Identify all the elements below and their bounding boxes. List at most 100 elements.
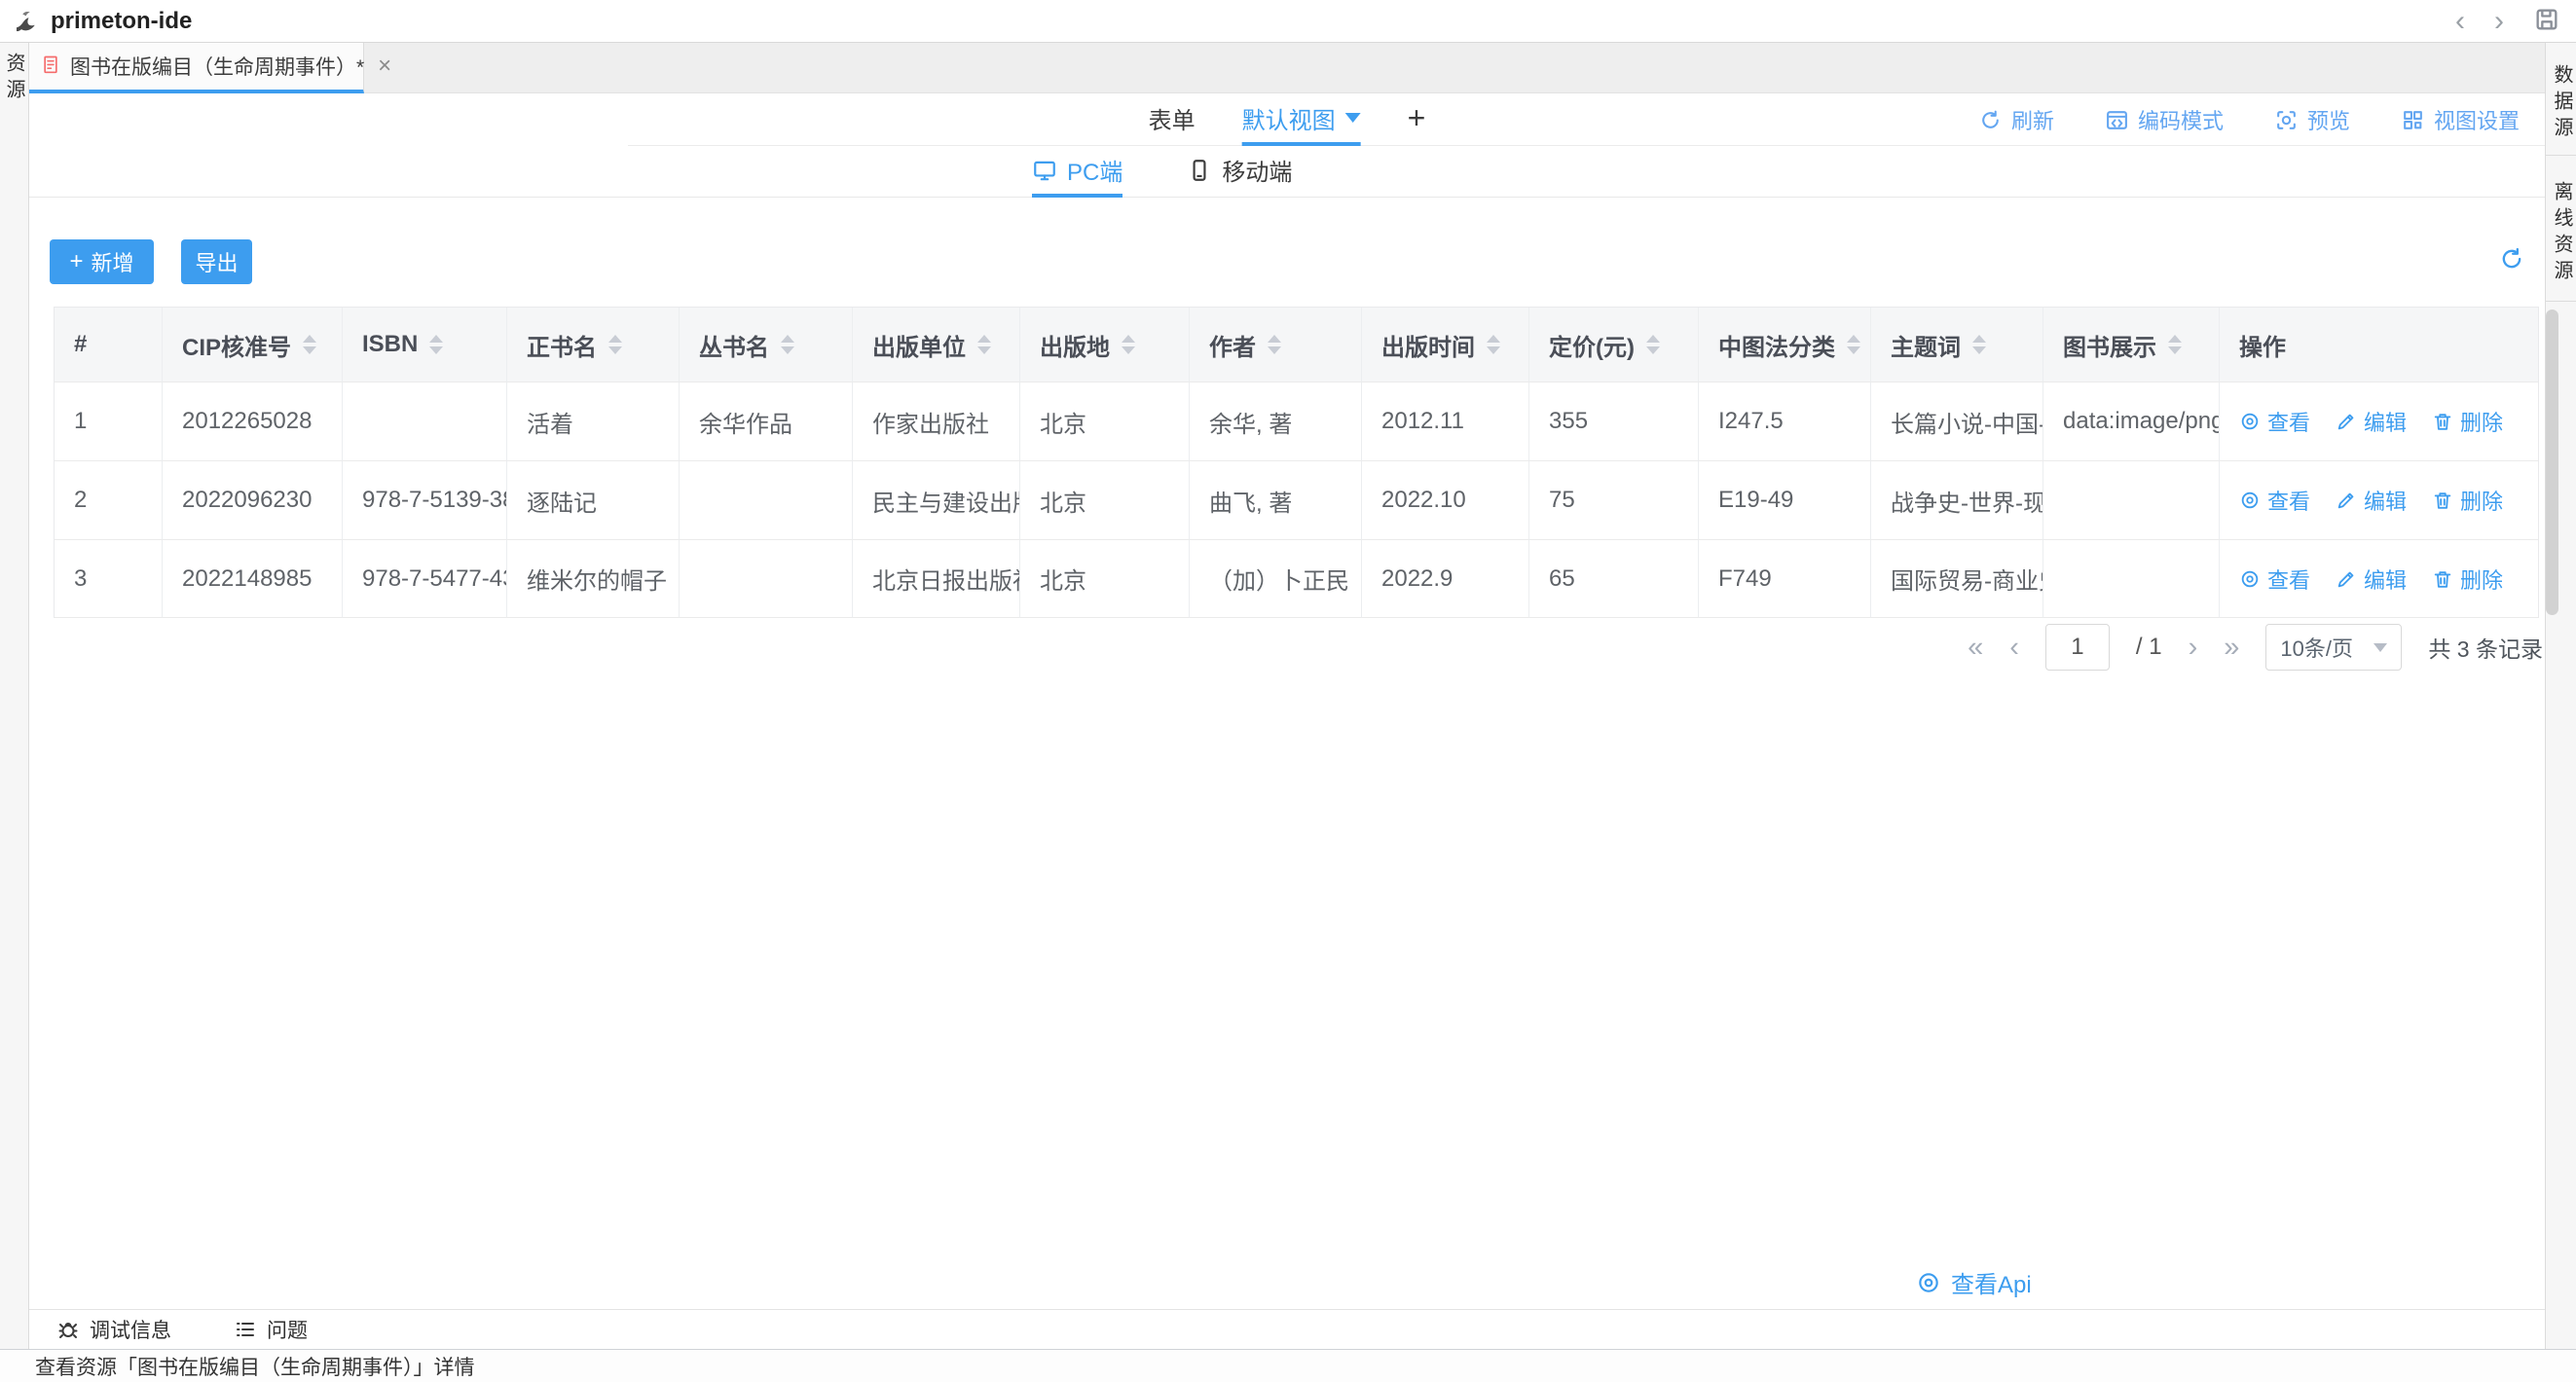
view-tab-row: 表单 默认视图 + 刷新 编码模式 预览 <box>29 93 2545 146</box>
cell-title: 逐陆记 <box>507 460 680 539</box>
rail-offline-resources-tab[interactable]: 离线资源 <box>2546 156 2576 302</box>
sort-icon <box>1487 335 1500 354</box>
column-header[interactable]: 丛书名 <box>680 308 853 382</box>
export-button[interactable]: 导出 <box>181 239 252 284</box>
plus-icon: + <box>69 250 83 273</box>
cell-publisher: 北京日报出版社 <box>853 539 1020 618</box>
last-page-icon[interactable]: » <box>2224 634 2239 662</box>
save-button[interactable] <box>2533 6 2560 38</box>
column-header[interactable]: 图书展示 <box>2043 308 2220 382</box>
first-page-icon[interactable]: « <box>1968 634 1983 662</box>
preview-eye-icon <box>2274 108 2299 132</box>
cell-classification: I247.5 <box>1699 382 1871 460</box>
tab-form[interactable]: 表单 <box>1149 93 1196 146</box>
preview-button[interactable]: 预览 <box>2274 104 2350 135</box>
ide-window: primeton-ide ‹ › 资源 数据源 离线资源 图书在版编目 <box>0 0 2576 1382</box>
view-api-link[interactable]: 查看Api <box>1916 1265 2032 1299</box>
rail-resources-tab[interactable]: 资源 <box>0 53 28 105</box>
cell-series: 余华作品 <box>680 382 853 460</box>
cell-publisher: 作家出版社 <box>853 382 1020 460</box>
sort-icon <box>303 335 316 354</box>
view-toolbar: 刷新 编码模式 预览 视图设置 <box>1978 93 2520 146</box>
table-scrollbar[interactable] <box>2546 309 2558 615</box>
edit-row-button[interactable]: 编辑 <box>2336 564 2407 595</box>
pencil-icon <box>2336 411 2357 432</box>
column-header[interactable]: ISBN <box>343 308 507 382</box>
trash-icon <box>2432 568 2453 590</box>
debug-info-button[interactable]: 调试信息 <box>56 1315 171 1344</box>
view-row-button[interactable]: 查看 <box>2239 485 2310 516</box>
table-refresh-button[interactable] <box>2498 245 2525 273</box>
cell-pubdate: 2022.10 <box>1362 460 1529 539</box>
view-settings-button[interactable]: 视图设置 <box>2401 104 2520 135</box>
view-row-button[interactable]: 查看 <box>2239 564 2310 595</box>
cell-classification: F749 <box>1699 539 1871 618</box>
column-header[interactable]: 出版时间 <box>1362 308 1529 382</box>
app-logo-icon <box>12 7 41 36</box>
cell-image <box>2043 460 2220 539</box>
cell-series <box>680 539 853 618</box>
page-size-select[interactable]: 10条/页 <box>2265 624 2402 671</box>
column-header[interactable]: 主题词 <box>1871 308 2043 382</box>
status-text: 查看资源「图书在版编目（生命周期事件）」详情 <box>35 1352 475 1381</box>
pencil-icon <box>2336 568 2357 590</box>
file-tab-active[interactable]: 图书在版编目（生命周期事件）* × <box>29 43 364 93</box>
tab-mobile[interactable]: 移动端 <box>1187 146 1292 198</box>
table-row: 1 2012265028 活着 余华作品 作家出版社 北京 余华, 著 2012… <box>55 382 2538 460</box>
add-view-tab-button[interactable]: + <box>1408 93 1426 146</box>
next-page-icon[interactable]: › <box>2189 634 2198 662</box>
table-header-row: # CIP核准号 ISBN 正书名 丛书名 出版单位 出版地 作者 出版时间 定… <box>55 308 2538 382</box>
eye-icon <box>2239 568 2261 590</box>
eye-icon <box>2239 490 2261 511</box>
edit-row-button[interactable]: 编辑 <box>2336 485 2407 516</box>
sort-icon <box>1268 335 1281 354</box>
column-header[interactable]: 出版单位 <box>853 308 1020 382</box>
cell-pubdate: 2022.9 <box>1362 539 1529 618</box>
right-rail: 数据源 离线资源 <box>2545 43 2576 1349</box>
delete-row-button[interactable]: 删除 <box>2432 485 2503 516</box>
column-header[interactable]: 定价(元) <box>1529 308 1699 382</box>
add-record-button[interactable]: + 新增 <box>50 239 154 284</box>
cell-index: 3 <box>55 539 163 618</box>
problems-button[interactable]: 问题 <box>234 1315 308 1344</box>
column-header[interactable]: 出版地 <box>1020 308 1190 382</box>
history-forward-icon[interactable]: › <box>2494 7 2504 36</box>
cell-isbn <box>343 382 507 460</box>
cell-cip: 2012265028 <box>163 382 343 460</box>
pagination: « ‹ / 1 › » 10条/页 共 3 条记录 <box>1968 623 2543 672</box>
page-number-input[interactable] <box>2045 624 2110 671</box>
history-back-icon[interactable]: ‹ <box>2455 7 2465 36</box>
close-tab-icon[interactable]: × <box>378 55 391 78</box>
tab-pc[interactable]: PC端 <box>1032 146 1122 198</box>
prev-page-icon[interactable]: ‹ <box>2009 634 2019 662</box>
file-tabbar: 图书在版编目（生命周期事件）* × <box>29 43 2545 93</box>
tab-default-view[interactable]: 默认视图 <box>1242 93 1361 146</box>
edit-row-button[interactable]: 编辑 <box>2336 406 2407 437</box>
trash-icon <box>2432 411 2453 432</box>
sort-icon <box>608 335 622 354</box>
delete-row-button[interactable]: 删除 <box>2432 406 2503 437</box>
column-header[interactable]: 作者 <box>1190 308 1362 382</box>
chevron-down-icon <box>2374 643 2387 652</box>
sort-icon <box>1122 335 1135 354</box>
cell-price: 355 <box>1529 382 1699 460</box>
delete-row-button[interactable]: 删除 <box>2432 564 2503 595</box>
sort-icon <box>2168 335 2182 354</box>
chevron-down-icon[interactable] <box>1345 113 1361 123</box>
refresh-icon <box>1978 108 2003 132</box>
records-count-label: 共 3 条记录 <box>2428 631 2543 664</box>
column-header[interactable]: 中图法分类 <box>1699 308 1871 382</box>
rail-datasource-tab[interactable]: 数据源 <box>2546 43 2576 156</box>
cell-index: 2 <box>55 460 163 539</box>
column-header[interactable]: CIP核准号 <box>163 308 343 382</box>
sort-icon <box>1847 335 1860 354</box>
trash-icon <box>2432 490 2453 511</box>
sort-icon <box>977 335 991 354</box>
view-row-button[interactable]: 查看 <box>2239 406 2310 437</box>
cell-cip: 2022096230 <box>163 460 343 539</box>
code-mode-button[interactable]: 编码模式 <box>2105 104 2224 135</box>
table-row: 3 2022148985 978-7-5477-4378 维米尔的帽子 北京日报… <box>55 539 2538 618</box>
column-header: # <box>55 308 163 382</box>
column-header[interactable]: 正书名 <box>507 308 680 382</box>
refresh-button[interactable]: 刷新 <box>1978 104 2054 135</box>
